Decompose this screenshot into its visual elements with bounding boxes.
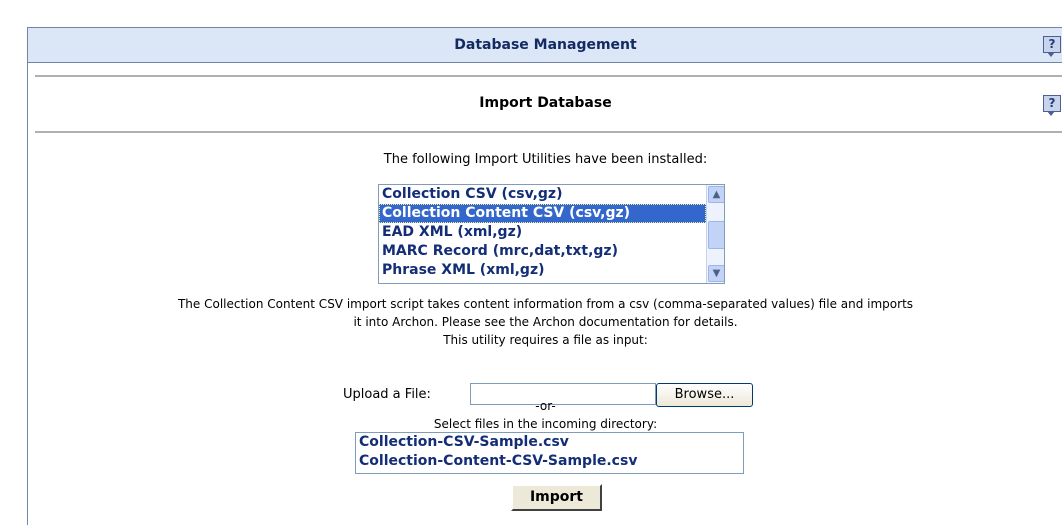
divider — [35, 75, 1062, 77]
incoming-directory-text: Select files in the incoming directory: — [433, 417, 658, 431]
database-management-panel: Database Management ? Import Database ? … — [27, 27, 1062, 525]
subheader-title: Import Database — [479, 95, 612, 111]
divider — [35, 131, 1062, 133]
utility-option[interactable]: Phrase XML (xml,gz) — [379, 261, 706, 280]
description-line: it into Archon. Please see the Archon do… — [353, 315, 738, 329]
utility-option[interactable]: EAD XML (xml,gz) — [379, 223, 706, 242]
help-icon[interactable]: ? — [1043, 95, 1061, 116]
scroll-down-icon[interactable]: ▼ — [708, 265, 724, 282]
incoming-file-option[interactable]: Collection-CSV-Sample.csv — [356, 433, 743, 452]
import-utility-listbox[interactable]: Collection CSV (csv,gz) Collection Conten… — [378, 184, 725, 284]
help-icon[interactable]: ? — [1043, 36, 1061, 57]
panel-header: Database Management — [28, 27, 1062, 63]
utility-option[interactable]: Collection Content CSV (csv,gz) — [379, 204, 706, 223]
description-line: The Collection Content CSV import script… — [177, 297, 914, 311]
installed-utilities-text: The following Import Utilities have been… — [383, 152, 708, 167]
requires-input-text: This utility requires a file as input: — [443, 333, 648, 347]
or-text: -or- — [535, 399, 556, 413]
subheader: Import Database — [28, 85, 1062, 121]
incoming-files-listbox[interactable]: Collection-CSV-Sample.csv Collection-Cont… — [355, 432, 744, 474]
listbox-scrollbar[interactable]: ▲ ▼ — [706, 185, 724, 283]
utility-option[interactable]: MARC Record (mrc,dat,txt,gz) — [379, 242, 706, 261]
header-title: Database Management — [454, 37, 637, 53]
scroll-thumb[interactable] — [708, 221, 724, 249]
scroll-up-icon[interactable]: ▲ — [708, 186, 724, 203]
import-button[interactable]: Import — [511, 484, 602, 511]
incoming-file-option[interactable]: Collection-Content-CSV-Sample.csv — [356, 452, 743, 471]
utility-option[interactable]: Collection CSV (csv,gz) — [379, 185, 706, 204]
